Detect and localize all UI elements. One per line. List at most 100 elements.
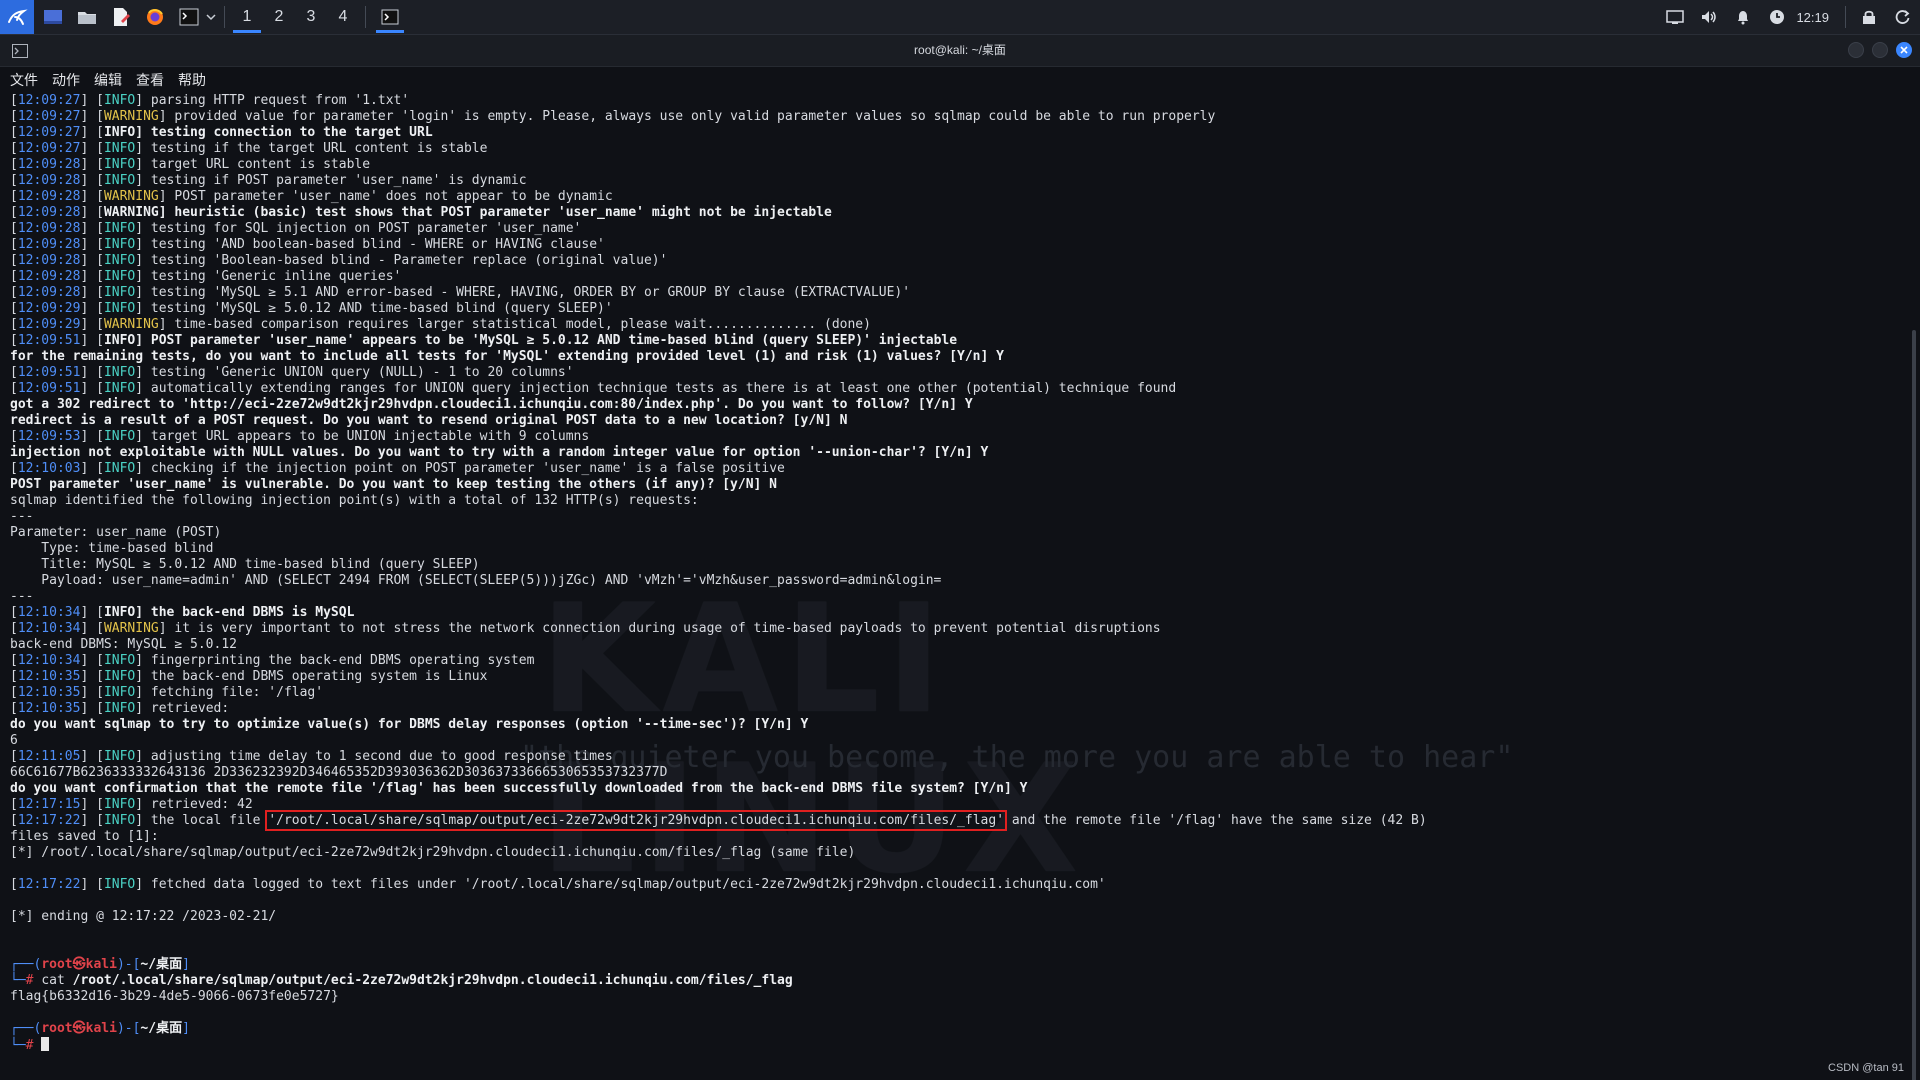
terminal-text: [*] ending @ 12:17:22 /2023-02-21/ <box>10 909 277 924</box>
workspace-1[interactable]: 1 <box>231 0 263 34</box>
terminal-text: INFO <box>103 237 136 252</box>
terminal-line: [12:09:53] [INFO] target URL appears to … <box>10 429 1900 445</box>
highlighted-file-path: '/root/.local/share/sqlmap/output/eci-2z… <box>265 810 1008 831</box>
power-manager-icon[interactable] <box>1760 0 1794 34</box>
maximize-button[interactable] <box>1872 42 1888 58</box>
menu-edit[interactable]: 编辑 <box>94 70 122 90</box>
terminal-text: ] POST parameter 'user_name' does not ap… <box>158 189 613 204</box>
terminal-text: INFO <box>103 605 136 620</box>
terminal-text: ] [ <box>80 685 104 700</box>
terminal-line: for the remaining tests, do you want to … <box>10 349 1900 365</box>
terminal-line: [12:09:27] [INFO] testing connection to … <box>10 125 1900 141</box>
terminal-text: ] [ <box>80 365 104 380</box>
terminal-text: [ <box>10 301 18 316</box>
terminal-text: root㉿kali <box>41 957 117 972</box>
firefox-icon[interactable] <box>140 0 170 34</box>
terminal-line: [12:10:03] [INFO] checking if the inject… <box>10 461 1900 477</box>
terminal-text: ] fetched data logged to text files unde… <box>135 877 1106 892</box>
close-button[interactable] <box>1896 42 1912 58</box>
terminal-line: [12:09:28] [INFO] testing if POST parame… <box>10 173 1900 189</box>
terminal-text: ] [ <box>80 221 104 236</box>
terminal-text: ] testing 'Boolean-based blind - Paramet… <box>135 253 668 268</box>
menu-bar: 文件 动作 编辑 查看 帮助 <box>0 67 1920 93</box>
terminal-text: WARNING <box>103 205 159 220</box>
terminal-text: INFO <box>103 685 136 700</box>
window-titlebar[interactable]: root@kali: ~/桌面 <box>0 35 1920 67</box>
terminal-text: ] the back-end DBMS is MySQL <box>135 605 355 620</box>
terminal-text: ] heuristic (basic) test shows that POST… <box>158 205 832 220</box>
terminal-text: )-[ <box>116 1021 141 1036</box>
terminal-text: [ <box>10 381 18 396</box>
notifications-bell-icon[interactable] <box>1726 0 1760 34</box>
terminal-text: [ <box>10 253 18 268</box>
terminal-text: ] fetching file: '/flag' <box>135 685 324 700</box>
taskbar-terminal-window[interactable] <box>372 0 408 34</box>
terminal-text: [ <box>10 605 18 620</box>
terminal-line: --- <box>10 509 1900 525</box>
terminal-line: [12:10:35] [INFO] retrieved: <box>10 701 1900 717</box>
terminal-text: 12:09:28 <box>17 253 81 268</box>
terminal-line: [12:09:28] [WARNING] heuristic (basic) t… <box>10 205 1900 221</box>
lock-screen-icon[interactable] <box>1852 0 1886 34</box>
terminal-text: ] [ <box>80 669 104 684</box>
volume-icon[interactable] <box>1692 0 1726 34</box>
file-manager-icon[interactable] <box>72 0 102 34</box>
terminal-text: [ <box>10 669 18 684</box>
menu-help[interactable]: 帮助 <box>178 70 206 90</box>
terminal-line: [12:09:29] [INFO] testing 'MySQL ≥ 5.0.1… <box>10 301 1900 317</box>
workspace-3[interactable]: 3 <box>295 0 327 34</box>
clock[interactable]: 12:19 <box>1796 10 1829 25</box>
terminal-output[interactable]: [12:09:27] [INFO] parsing HTTP request f… <box>10 93 1900 1053</box>
terminal-line: [12:09:28] [INFO] testing 'AND boolean-b… <box>10 237 1900 253</box>
terminal-text: injection not exploitable with NULL valu… <box>10 445 989 460</box>
terminal-text: ] retrieved: 42 <box>135 797 253 812</box>
terminal-line: [12:09:27] [INFO] parsing HTTP request f… <box>10 93 1900 109</box>
terminal-text: 12:10:34 <box>17 605 81 620</box>
terminal-text: Parameter: user_name (POST) <box>10 525 222 540</box>
terminal-text: WARNING <box>103 621 159 636</box>
workspace-2[interactable]: 2 <box>263 0 295 34</box>
kali-menu-button[interactable] <box>0 0 34 34</box>
menu-view[interactable]: 查看 <box>136 70 164 90</box>
terminal-text: [ <box>10 797 18 812</box>
terminal-text: [ <box>10 429 18 444</box>
chevron-down-icon[interactable] <box>204 0 218 34</box>
terminal-line: Type: time-based blind <box>10 541 1900 557</box>
menu-file[interactable]: 文件 <box>10 70 38 90</box>
terminal-text: ] [ <box>80 429 104 444</box>
terminal-text: ] testing 'AND boolean-based blind - WHE… <box>135 237 605 252</box>
workspace-4[interactable]: 4 <box>327 0 359 34</box>
terminal-text: 12:09:27 <box>17 93 81 108</box>
terminal-text: redirect is a result of a POST request. … <box>10 413 848 428</box>
display-icon[interactable] <box>1658 0 1692 34</box>
terminal-line: files saved to [1]: <box>10 829 1900 845</box>
terminal-text: [ <box>10 269 18 284</box>
terminal-text: ] <box>182 1021 190 1036</box>
terminal-line: back-end DBMS: MySQL ≥ 5.0.12 <box>10 637 1900 653</box>
scrollbar[interactable] <box>1912 330 1916 1080</box>
terminal-text: ] [ <box>80 189 104 204</box>
terminal-text: ] the back-end DBMS operating system is … <box>135 669 488 684</box>
text-editor-icon[interactable] <box>106 0 136 34</box>
menu-actions[interactable]: 动作 <box>52 70 80 90</box>
terminal-text: INFO <box>103 701 136 716</box>
terminal-text: ] [ <box>80 205 104 220</box>
terminal-text: INFO <box>103 749 136 764</box>
terminal-launcher-icon[interactable] <box>174 0 204 34</box>
terminal-text: ] [ <box>80 813 104 828</box>
terminal-text: ] [ <box>80 93 104 108</box>
terminal-text: flag{b6332d16-3b29-4de5-9066-0673fe0e572… <box>10 989 339 1004</box>
terminal-text: 12:09:53 <box>17 429 81 444</box>
terminal-text: ] [ <box>80 749 104 764</box>
terminal-text: )-[ <box>116 957 141 972</box>
logout-icon[interactable] <box>1886 0 1920 34</box>
terminal-text: [ <box>10 749 18 764</box>
terminal-text: └─ <box>10 1038 26 1053</box>
terminal-text: ] <box>182 957 190 972</box>
terminal-line: Parameter: user_name (POST) <box>10 525 1900 541</box>
minimize-button[interactable] <box>1848 42 1864 58</box>
terminal-text: INFO <box>103 93 136 108</box>
show-desktop-icon[interactable] <box>38 0 68 34</box>
